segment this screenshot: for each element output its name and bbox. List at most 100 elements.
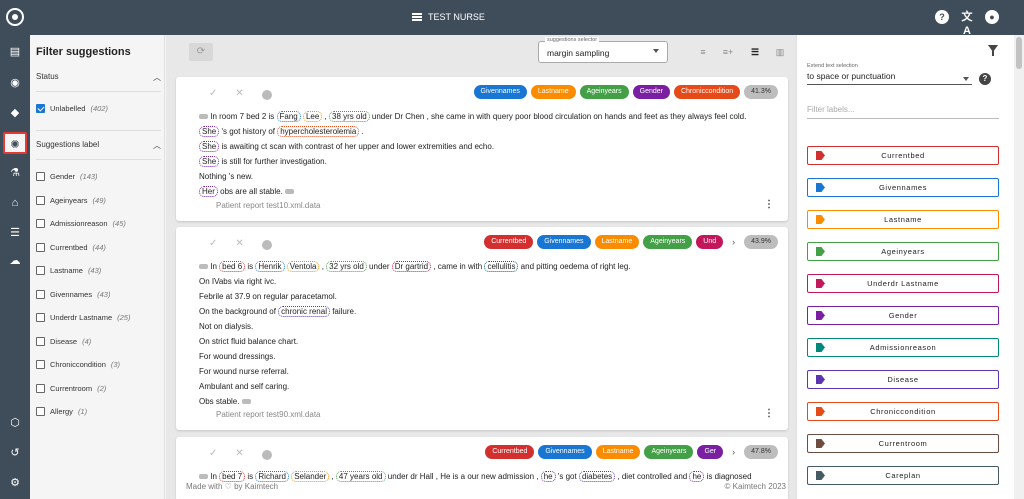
entity-suggestion[interactable]: Ventola bbox=[286, 261, 320, 272]
label-button[interactable]: Underdr Lastname bbox=[807, 274, 999, 293]
reject-icon[interactable]: ✕ bbox=[235, 448, 243, 460]
label-filter-item[interactable]: Currentbed (44) bbox=[36, 242, 106, 252]
extend-text-selection-select[interactable]: Extend text selection to space or punctu… bbox=[807, 63, 972, 85]
label-chip[interactable]: Currentbed bbox=[484, 235, 534, 249]
scrollbar[interactable] bbox=[1014, 35, 1024, 499]
chevron-right-icon[interactable]: › bbox=[727, 447, 740, 457]
unlabelled-checkbox[interactable] bbox=[36, 104, 45, 113]
entity-suggestion[interactable]: chronic renal bbox=[278, 306, 330, 317]
label-chip[interactable]: Givennames bbox=[538, 445, 592, 459]
list-view-icon[interactable]: ☰ bbox=[748, 46, 762, 58]
menu-icon[interactable] bbox=[412, 13, 422, 21]
label-icon[interactable] bbox=[285, 189, 295, 195]
label-filter-item[interactable]: Underdr Lastname (25) bbox=[36, 313, 130, 322]
entity-suggestion[interactable]: bed 7 bbox=[219, 471, 246, 482]
label-chip[interactable]: Ageinyears bbox=[643, 235, 693, 249]
label-checkbox[interactable] bbox=[36, 383, 45, 393]
project-title[interactable]: TEST NURSE bbox=[412, 12, 485, 22]
history-icon[interactable]: ↺ bbox=[7, 445, 23, 461]
label-checkbox[interactable] bbox=[36, 172, 45, 181]
filter-icon[interactable] bbox=[988, 45, 998, 56]
label-filter-item[interactable]: Ageinyears (49) bbox=[36, 195, 106, 205]
label-button[interactable]: Lastname bbox=[807, 210, 999, 229]
entity-suggestion[interactable]: 38 yrs old bbox=[329, 111, 370, 122]
label-button[interactable]: Disease bbox=[807, 370, 999, 389]
label-chip[interactable]: Ageinyears bbox=[644, 445, 694, 459]
help-icon[interactable]: ? bbox=[979, 73, 991, 85]
bank-icon[interactable]: ⌂ bbox=[7, 195, 23, 211]
entity-suggestion[interactable]: bed 6 bbox=[219, 261, 246, 272]
entity-suggestion[interactable]: Her bbox=[199, 186, 218, 197]
refresh-button[interactable]: ⟳ bbox=[189, 43, 213, 61]
entity-suggestion[interactable]: hypercholesterolemia bbox=[277, 126, 360, 137]
label-filter-item[interactable]: Allergy (1) bbox=[36, 407, 87, 416]
label-chip[interactable]: Givennames bbox=[537, 235, 591, 249]
label-icon[interactable] bbox=[241, 399, 251, 405]
label-chip[interactable]: Givennames bbox=[473, 85, 527, 99]
entity-suggestion[interactable]: 47 years old bbox=[335, 471, 386, 482]
status-section-header[interactable]: Status ︿ bbox=[36, 72, 161, 83]
filter-labels-input[interactable]: Filter labels... bbox=[807, 105, 999, 119]
snooze-icon[interactable] bbox=[261, 240, 272, 250]
suggestions-label-section-header[interactable]: Suggestions label ︿ bbox=[36, 140, 161, 151]
label-chip[interactable]: Lastname bbox=[594, 235, 640, 249]
compact-view-icon[interactable]: ≡ bbox=[696, 46, 710, 58]
label-button[interactable]: Currentbed bbox=[807, 146, 999, 165]
compass-icon[interactable]: ◉ bbox=[7, 75, 23, 91]
entity-suggestion[interactable]: Fang bbox=[276, 111, 301, 122]
document-icon[interactable]: ▤ bbox=[7, 44, 23, 60]
accept-icon[interactable]: ✓ bbox=[209, 88, 217, 100]
tag-icon[interactable]: ◆ bbox=[7, 105, 23, 121]
label-icon[interactable] bbox=[199, 114, 208, 120]
snooze-icon[interactable] bbox=[261, 90, 272, 100]
dropdown-arrow-icon[interactable] bbox=[963, 77, 969, 81]
label-checkbox[interactable] bbox=[36, 313, 45, 322]
label-chip[interactable]: Ger bbox=[697, 445, 724, 459]
label-button[interactable]: Ageinyears bbox=[807, 242, 999, 261]
label-checkbox[interactable] bbox=[36, 360, 45, 369]
entity-suggestion[interactable]: Lee bbox=[302, 111, 323, 122]
label-checkbox[interactable] bbox=[36, 289, 45, 299]
label-chip[interactable]: Gender bbox=[632, 85, 670, 99]
entity-suggestion[interactable]: cellulitis bbox=[484, 261, 519, 272]
label-filter-item[interactable]: Disease (4) bbox=[36, 336, 91, 346]
more-options-icon[interactable]: ⋮ bbox=[764, 199, 774, 210]
chevron-up-icon[interactable]: ︿ bbox=[153, 72, 161, 83]
list-icon[interactable]: ☰ bbox=[7, 225, 23, 241]
label-button[interactable]: Careplan bbox=[807, 466, 999, 485]
label-checkbox[interactable] bbox=[36, 266, 45, 275]
label-chip[interactable]: Lastname bbox=[530, 85, 576, 99]
label-chip[interactable]: Ageinyears bbox=[579, 85, 629, 99]
label-filter-item[interactable]: Currentroom (2) bbox=[36, 383, 106, 393]
label-chip[interactable]: Chroniccondition bbox=[673, 85, 741, 99]
cloud-icon[interactable]: ☁ bbox=[7, 253, 23, 269]
translate-icon[interactable]: 文A bbox=[960, 10, 974, 37]
reject-icon[interactable]: ✕ bbox=[235, 238, 243, 250]
document-view-icon[interactable]: ▥ bbox=[773, 46, 787, 58]
label-button[interactable]: Currentroom bbox=[807, 434, 999, 453]
app-logo-icon[interactable] bbox=[6, 8, 24, 26]
add-list-icon[interactable]: ≡+ bbox=[721, 46, 735, 58]
entity-suggestion[interactable]: he bbox=[689, 471, 705, 482]
label-chip[interactable]: Currentbed bbox=[485, 445, 535, 459]
label-button[interactable]: Chroniccondition bbox=[807, 402, 999, 421]
entity-suggestion[interactable]: diabetes bbox=[578, 471, 616, 482]
accept-icon[interactable]: ✓ bbox=[209, 448, 217, 460]
entity-suggestion[interactable]: Selander bbox=[291, 471, 330, 482]
more-options-icon[interactable]: ⋮ bbox=[764, 408, 774, 419]
status-filter-item[interactable]: Unlabelled (402) bbox=[36, 104, 108, 113]
flask-icon[interactable]: ⚗ bbox=[7, 165, 23, 181]
label-icon[interactable] bbox=[199, 474, 208, 480]
lightbulb-icon[interactable]: ✺ bbox=[3, 132, 27, 154]
label-filter-item[interactable]: Lastname (43) bbox=[36, 266, 101, 275]
label-filter-item[interactable]: Chroniccondition (3) bbox=[36, 360, 120, 369]
entity-suggestion[interactable]: Dr gartrid bbox=[391, 261, 432, 272]
snooze-icon[interactable] bbox=[261, 450, 272, 460]
chevron-up-icon[interactable]: ︿ bbox=[153, 140, 161, 151]
label-checkbox[interactable] bbox=[36, 407, 45, 416]
entity-suggestion[interactable]: he bbox=[540, 471, 556, 482]
scrollbar-thumb[interactable] bbox=[1016, 37, 1022, 69]
label-filter-item[interactable]: Givennames (43) bbox=[36, 289, 110, 299]
label-chip[interactable]: Und bbox=[696, 235, 724, 249]
entity-suggestion[interactable]: She bbox=[199, 141, 220, 152]
